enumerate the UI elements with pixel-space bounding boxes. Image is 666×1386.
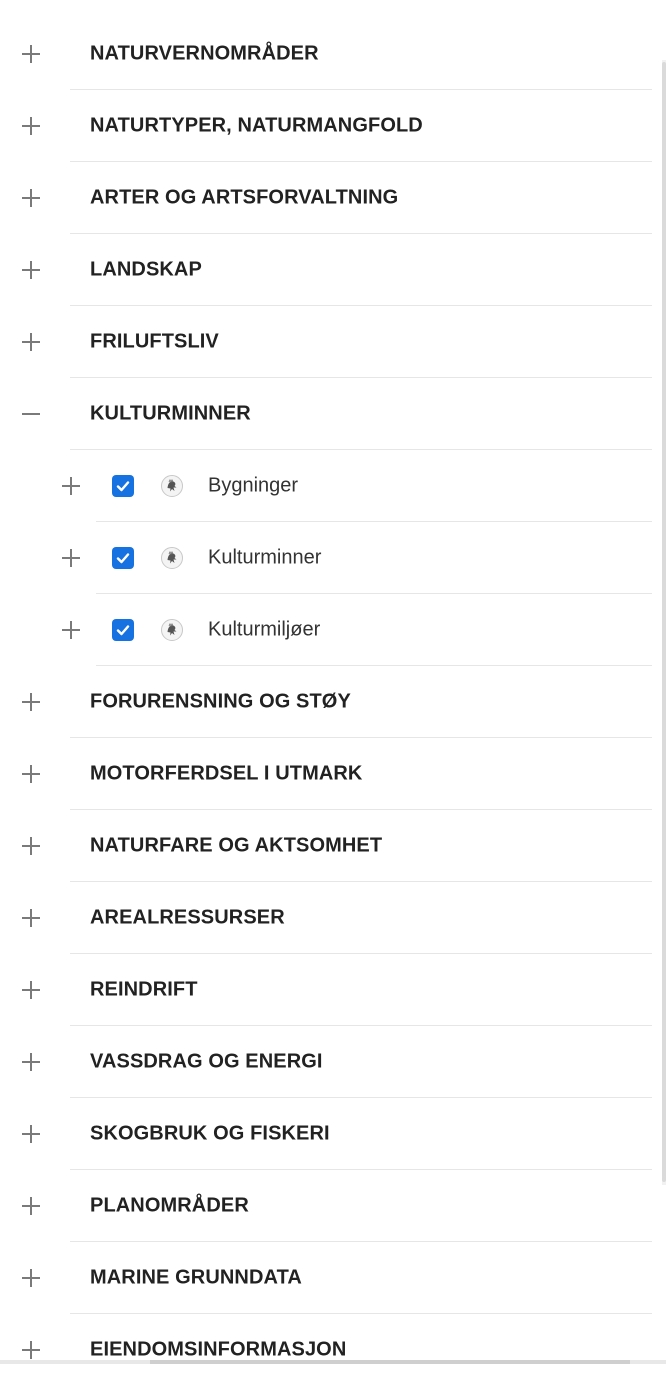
plus-icon[interactable] <box>16 975 46 1005</box>
check-icon <box>116 553 130 564</box>
plus-icon[interactable] <box>16 1191 46 1221</box>
plus-icon[interactable] <box>16 1263 46 1293</box>
plus-icon[interactable] <box>16 39 46 69</box>
category-arealressurser[interactable]: AREALRESSURSER <box>0 882 660 954</box>
horizontal-scrollbar[interactable] <box>0 1360 666 1364</box>
category-label: LANDSKAP <box>90 258 202 281</box>
category-skogbruk[interactable]: SKOGBRUK OG FISKERI <box>0 1098 660 1170</box>
plus-icon[interactable] <box>16 111 46 141</box>
plus-icon[interactable] <box>16 687 46 717</box>
plus-icon[interactable] <box>56 471 86 501</box>
plus-icon[interactable] <box>16 327 46 357</box>
category-reindrift[interactable]: REINDRIFT <box>0 954 660 1026</box>
category-label: ARTER OG ARTSFORVALTNING <box>90 186 399 209</box>
category-label: VASSDRAG OG ENERGI <box>90 1050 323 1073</box>
category-label: EIENDOMSINFORMASJON <box>90 1338 347 1361</box>
plus-icon[interactable] <box>16 831 46 861</box>
plus-icon[interactable] <box>56 615 86 645</box>
category-motorferdsel[interactable]: MOTORFERDSEL I UTMARK <box>0 738 660 810</box>
category-label: MARINE GRUNNDATA <box>90 1266 302 1289</box>
layer-label: Bygninger <box>208 474 299 497</box>
layer-checkbox[interactable] <box>112 475 134 497</box>
category-landskap[interactable]: LANDSKAP <box>0 234 660 306</box>
check-icon <box>116 481 130 492</box>
scrollbar-thumb[interactable] <box>662 62 666 1182</box>
horizontal-scrollbar-thumb[interactable] <box>150 1360 630 1364</box>
layer-item-bygninger[interactable]: Bygninger <box>0 450 660 522</box>
plus-icon[interactable] <box>16 1119 46 1149</box>
category-kulturminner[interactable]: KULTURMINNER <box>0 378 660 450</box>
plus-icon[interactable] <box>16 183 46 213</box>
plus-icon[interactable] <box>16 255 46 285</box>
layer-label: Kulturmiljøer <box>208 618 321 641</box>
category-label: NATURFARE OG AKTSOMHET <box>90 834 383 857</box>
category-arter[interactable]: ARTER OG ARTSFORVALTNING <box>0 162 660 234</box>
category-eiendomsinformasjon[interactable]: EIENDOMSINFORMASJON <box>0 1314 660 1386</box>
category-label: AREALRESSURSER <box>90 906 285 929</box>
category-friluftsliv[interactable]: FRILUFTSLIV <box>0 306 660 378</box>
layer-item-kulturmiljoer[interactable]: Kulturmiljøer <box>0 594 660 666</box>
minus-icon[interactable] <box>16 399 46 429</box>
coat-of-arms-icon <box>160 618 184 642</box>
category-marine-grunndata[interactable]: MARINE GRUNNDATA <box>0 1242 660 1314</box>
plus-icon[interactable] <box>56 543 86 573</box>
category-label: REINDRIFT <box>90 978 198 1001</box>
coat-of-arms-icon <box>160 474 184 498</box>
category-label: NATURTYPER, NATURMANGFOLD <box>90 114 423 137</box>
category-naturvernomrader[interactable]: NATURVERNOMRÅDER <box>0 18 660 90</box>
layer-checkbox[interactable] <box>112 547 134 569</box>
category-label: PLANOMRÅDER <box>90 1194 249 1217</box>
category-label: KULTURMINNER <box>90 402 251 425</box>
category-label: FRILUFTSLIV <box>90 330 219 353</box>
check-icon <box>116 625 130 636</box>
layer-checkbox[interactable] <box>112 619 134 641</box>
category-label: FORURENSNING OG STØY <box>90 690 351 713</box>
plus-icon[interactable] <box>16 1047 46 1077</box>
category-vassdrag[interactable]: VASSDRAG OG ENERGI <box>0 1026 660 1098</box>
category-forurensning[interactable]: FORURENSNING OG STØY <box>0 666 660 738</box>
plus-icon[interactable] <box>16 903 46 933</box>
category-label: SKOGBRUK OG FISKERI <box>90 1122 330 1145</box>
coat-of-arms-icon <box>160 546 184 570</box>
category-naturfare[interactable]: NATURFARE OG AKTSOMHET <box>0 810 660 882</box>
category-planomrader[interactable]: PLANOMRÅDER <box>0 1170 660 1242</box>
layer-tree: NATURVERNOMRÅDER NATURTYPER, NATURMANGFO… <box>0 18 660 1386</box>
category-label: MOTORFERDSEL I UTMARK <box>90 762 363 785</box>
layer-item-kulturminner[interactable]: Kulturminner <box>0 522 660 594</box>
category-label: NATURVERNOMRÅDER <box>90 42 319 65</box>
category-naturtyper[interactable]: NATURTYPER, NATURMANGFOLD <box>0 90 660 162</box>
plus-icon[interactable] <box>16 759 46 789</box>
layer-label: Kulturminner <box>208 546 322 569</box>
